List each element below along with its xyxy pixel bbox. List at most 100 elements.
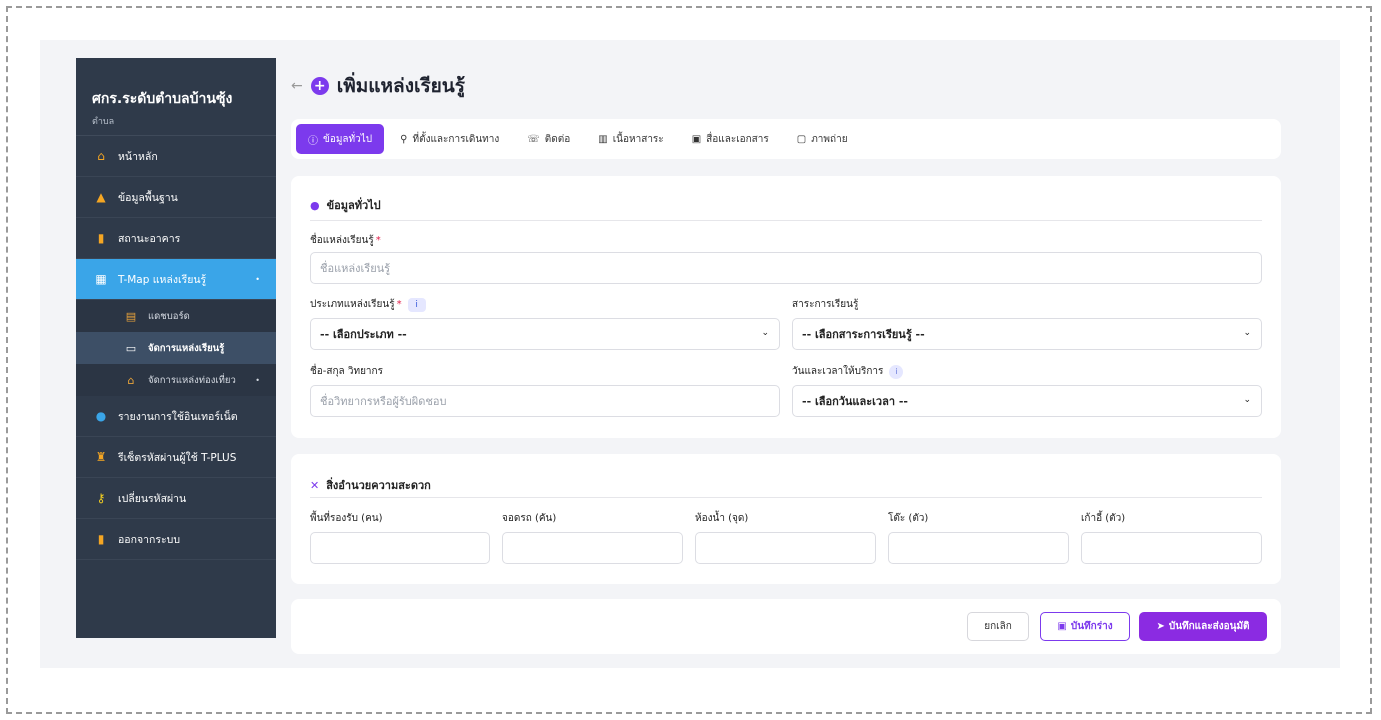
select-value: -- เลือกวันและเวลา --: [802, 395, 908, 408]
parking-input[interactable]: [502, 532, 683, 564]
paper-plane-icon: ➤: [1156, 621, 1165, 632]
dashboard-icon: ▤: [125, 309, 137, 323]
info-circle-icon: ⓘ: [308, 135, 318, 147]
sidebar-subitem-label: จัดการแหล่งท่องเที่ยว: [148, 374, 236, 386]
plus-circle-icon: +: [310, 77, 329, 95]
sidebar-subitem-label: แดชบอร์ด: [148, 310, 190, 322]
save-draft-button[interactable]: ▣ บันทึกร่าง: [1040, 612, 1130, 641]
button-label: บันทึกและส่งอนุมัติ: [1168, 621, 1250, 632]
subject-select[interactable]: -- เลือกสาระการเรียนรู้ -- ⌄: [792, 318, 1262, 350]
sidebar-item-building-status[interactable]: ▮ สถานะอาคาร: [76, 218, 276, 259]
section-heading-general: ● ข้อมูลทั่วไป: [310, 196, 381, 214]
sidebar-item-label: รีเซ็ตรหัสผ่านผู้ใช้ T-PLUS: [118, 451, 237, 464]
globe-icon: ●: [95, 409, 107, 423]
tables-input[interactable]: [888, 532, 1069, 564]
sidebar-header: ศกร.ระดับตำบลบ้านซุ้ง ตำบล: [76, 58, 276, 136]
section-heading-text: ข้อมูลทั่วไป: [326, 199, 381, 212]
cancel-button[interactable]: ยกเลิก: [967, 612, 1029, 641]
expand-dot-icon: •: [255, 274, 260, 284]
form-footer: ยกเลิก ▣ บันทึกร่าง ➤ บันทึกและส่งอนุมัติ: [291, 599, 1281, 654]
section-heading-text: สิ่งอำนวยความสะดวก: [326, 479, 431, 492]
sidebar-item-basic-data[interactable]: ▲ ข้อมูลพื้นฐาน: [76, 177, 276, 218]
sidebar-item-reset-password[interactable]: ♜ รีเซ็ตรหัสผ่านผู้ใช้ T-PLUS: [76, 437, 276, 478]
required-mark: *: [396, 299, 402, 310]
input-placeholder: ชื่อแหล่งเรียนรู้: [320, 262, 391, 275]
tab-content[interactable]: ▥ เนื้อหาสาระ: [586, 124, 675, 154]
sidebar-subtitle: ตำบล: [92, 117, 115, 127]
tab-label: เนื้อหาสาระ: [612, 133, 664, 145]
learning-source-name-input[interactable]: ชื่อแหล่งเรียนรู้: [310, 252, 1262, 284]
type-label: ประเภทแหล่งเรียนรู้ * i: [310, 297, 426, 312]
logout-icon: ▮: [97, 532, 105, 546]
divider: [310, 220, 1262, 221]
floppy-disk-icon: ▣: [1057, 621, 1067, 632]
info-icon[interactable]: i: [889, 364, 904, 379]
general-info-card: ● ข้อมูลทั่วไป ชื่อแหล่งเรียนรู้ * ชื่อแหล…: [291, 176, 1281, 438]
service-time-label: วันและเวลาให้บริการ i: [792, 364, 904, 379]
book-icon: ▭: [125, 341, 137, 355]
tab-photos[interactable]: ▢ ภาพถ่าย: [785, 124, 860, 154]
sidebar-subitem-manage-learning[interactable]: ▭ จัดการแหล่งเรียนรู้: [76, 332, 276, 364]
required-mark: *: [375, 235, 381, 246]
sidebar-item-internet-report[interactable]: ● รายงานการใช้อินเทอร์เน็ต: [76, 396, 276, 437]
sidebar-item-home[interactable]: ⌂ หน้าหลัก: [76, 136, 276, 177]
facility-label-chairs: เก้าอี้ (ตัว): [1081, 513, 1126, 524]
type-select[interactable]: -- เลือกประเภท -- ⌄: [310, 318, 780, 350]
tab-label: สื่อและเอกสาร: [706, 133, 769, 145]
page-header: ← + เพิ่มแหล่งเรียนรู้: [291, 74, 465, 98]
expert-name-input[interactable]: ชื่อวิทยากรหรือผู้รับผิดชอบ: [310, 385, 780, 417]
restroom-input[interactable]: [695, 532, 876, 564]
tab-label: ข้อมูลทั่วไป: [323, 133, 373, 145]
type-label-text: ประเภทแหล่งเรียนรู้: [310, 299, 395, 310]
sidebar-item-change-password[interactable]: ⚷ เปลี่ยนรหัสผ่าน: [76, 478, 276, 519]
facility-label-restroom: ห้องน้ำ (จุด): [695, 513, 749, 524]
service-time-label-text: วันและเวลาให้บริการ: [792, 366, 884, 377]
subject-label-text: สาระการเรียนรู้: [792, 299, 859, 310]
select-value: -- เลือกสาระการเรียนรู้ --: [802, 328, 925, 341]
home-icon: ⌂: [97, 149, 105, 163]
map-pin-icon: ⚲: [400, 133, 408, 145]
sidebar-subitem-manage-tourism[interactable]: ⌂ จัดการแหล่งท่องเที่ยว •: [76, 364, 276, 396]
page-title: เพิ่มแหล่งเรียนรู้: [336, 75, 465, 97]
tab-location[interactable]: ⚲ ที่ตั้งและการเดินทาง: [388, 124, 511, 154]
sidebar-subitem-dashboard[interactable]: ▤ แดชบอร์ด: [76, 300, 276, 332]
photo-icon: ▢: [796, 133, 807, 145]
tools-icon: ✕: [310, 478, 320, 492]
service-time-select[interactable]: -- เลือกวันและเวลา -- ⌄: [792, 385, 1262, 417]
tab-media[interactable]: ▣ สื่อและเอกสาร: [680, 124, 781, 154]
sidebar-item-label: เปลี่ยนรหัสผ่าน: [118, 492, 187, 505]
sidebar-item-tmap[interactable]: ▦ T-Map แหล่งเรียนรู้ •: [76, 259, 276, 300]
expert-label-text: ชื่อ-สกุล วิทยากร: [310, 366, 383, 377]
divider: [310, 497, 1262, 498]
chevron-down-icon: ⌄: [761, 328, 769, 338]
phone-icon: ☏: [527, 133, 540, 145]
capacity-input[interactable]: [310, 532, 490, 564]
info-icon[interactable]: i: [407, 297, 426, 312]
tab-general[interactable]: ⓘ ข้อมูลทั่วไป: [296, 124, 385, 154]
key-icon: ⚷: [96, 491, 106, 505]
expand-dot-icon: •: [255, 375, 260, 385]
open-book-icon: ▥: [598, 133, 608, 145]
building-icon: ▮: [97, 231, 105, 245]
chairs-input[interactable]: [1081, 532, 1262, 564]
section-heading-facilities: ✕ สิ่งอำนวยความสะดวก: [310, 476, 431, 494]
sidebar-item-label: ออกจากระบบ: [118, 533, 180, 546]
map-icon: ▦: [95, 272, 107, 286]
save-and-submit-button[interactable]: ➤ บันทึกและส่งอนุมัติ: [1139, 612, 1267, 641]
input-placeholder: ชื่อวิทยากรหรือผู้รับผิดชอบ: [320, 395, 447, 408]
facility-label-capacity: พื้นที่รองรับ (คน): [310, 513, 383, 524]
back-arrow-icon[interactable]: ←: [291, 78, 303, 94]
media-icon: ▣: [691, 133, 702, 145]
sidebar-item-logout[interactable]: ▮ ออกจากระบบ: [76, 519, 276, 560]
sidebar-item-label: ข้อมูลพื้นฐาน: [118, 191, 178, 204]
name-label-text: ชื่อแหล่งเรียนรู้: [310, 235, 374, 246]
user-reset-icon: ♜: [95, 450, 107, 464]
tab-label: ภาพถ่าย: [811, 133, 848, 145]
landmark-icon: ⌂: [127, 373, 135, 387]
sidebar-subitem-label: จัดการแหล่งเรียนรู้: [148, 342, 225, 354]
sidebar-item-label: สถานะอาคาร: [118, 232, 181, 245]
tab-contact[interactable]: ☏ ติดต่อ: [515, 124, 582, 154]
tab-label: ที่ตั้งและการเดินทาง: [412, 133, 500, 145]
subject-label: สาระการเรียนรู้: [792, 297, 858, 312]
info-circle-icon: ●: [310, 198, 320, 212]
